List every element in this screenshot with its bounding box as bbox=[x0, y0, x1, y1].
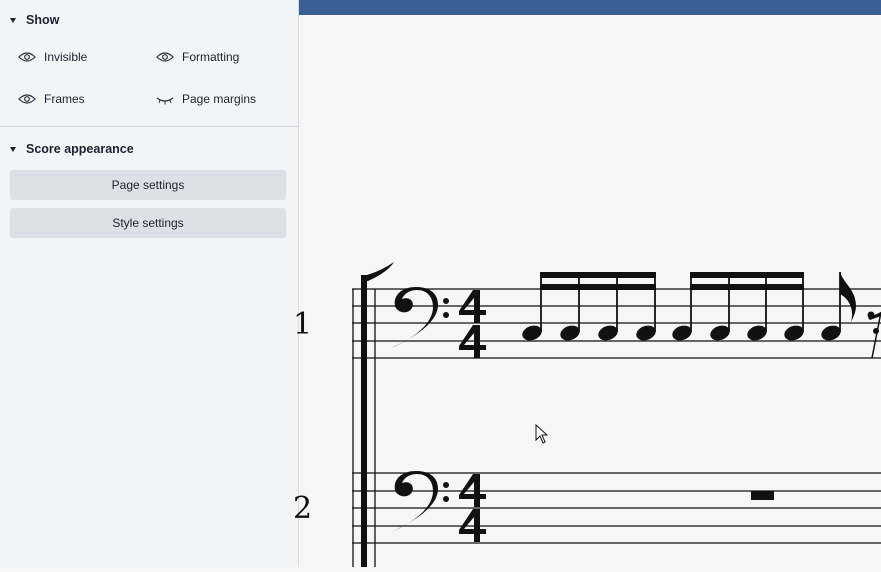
beamed-group-2 bbox=[670, 272, 806, 343]
staff-2-lines bbox=[352, 473, 881, 543]
bracket-top-hook bbox=[361, 262, 394, 281]
show-section-title: Show bbox=[26, 13, 59, 27]
whole-rest bbox=[751, 491, 774, 500]
eye-icon bbox=[156, 51, 174, 63]
eye-closed-icon bbox=[156, 93, 174, 105]
page-settings-button[interactable]: Page settings bbox=[10, 170, 286, 200]
show-formatting-label: Formatting bbox=[182, 50, 239, 64]
show-invisible-toggle[interactable]: Invisible bbox=[18, 47, 87, 67]
show-frames-toggle[interactable]: Frames bbox=[18, 89, 85, 109]
collapse-triangle-icon bbox=[10, 18, 16, 23]
show-frames-label: Frames bbox=[44, 92, 85, 106]
bass-clef-2 bbox=[391, 471, 449, 532]
show-page-margins-label: Page margins bbox=[182, 92, 256, 106]
score-canvas[interactable] bbox=[299, 15, 881, 567]
mouse-cursor-icon bbox=[536, 425, 547, 443]
section-divider bbox=[0, 126, 298, 127]
score-appearance-section-header[interactable]: Score appearance bbox=[0, 137, 298, 161]
bass-clef-1 bbox=[391, 287, 449, 348]
eye-icon bbox=[18, 51, 36, 63]
beamed-group-1 bbox=[520, 272, 658, 343]
flagged-sixteenth-note bbox=[819, 272, 856, 343]
style-settings-button[interactable]: Style settings bbox=[10, 208, 286, 238]
collapse-triangle-icon bbox=[10, 147, 16, 152]
sixteenth-rest-partial bbox=[868, 312, 881, 359]
time-signature-1 bbox=[459, 290, 486, 358]
show-formatting-toggle[interactable]: Formatting bbox=[156, 47, 239, 67]
score-tab-bar bbox=[299, 0, 881, 15]
eye-icon bbox=[18, 93, 36, 105]
staff-2-number: 2 bbox=[293, 491, 312, 526]
properties-panel: Show Invisible Formatting Frames Page ma… bbox=[0, 0, 299, 567]
show-page-margins-toggle[interactable]: Page margins bbox=[156, 89, 256, 109]
show-section-header[interactable]: Show bbox=[0, 8, 298, 32]
show-invisible-label: Invisible bbox=[44, 50, 87, 64]
score-appearance-title: Score appearance bbox=[26, 142, 134, 156]
system-bracket bbox=[361, 275, 367, 567]
staff-1-number: 1 bbox=[293, 307, 312, 342]
